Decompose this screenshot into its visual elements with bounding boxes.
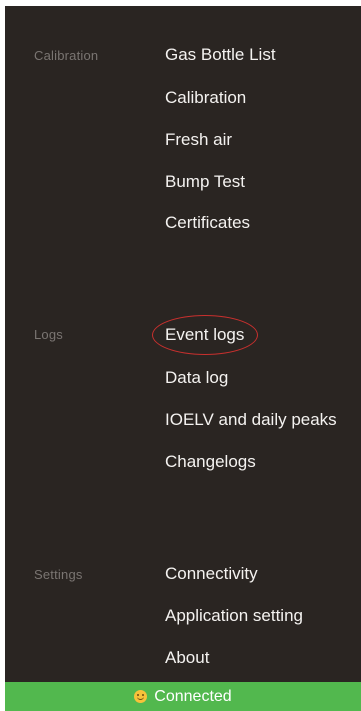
- menu-item-event-logs[interactable]: Event logs: [165, 325, 244, 345]
- menu-item-application-setting[interactable]: Application setting: [165, 606, 303, 626]
- menu-item-gas-bottle-list[interactable]: Gas Bottle List: [165, 45, 276, 65]
- section-label-settings: Settings: [34, 567, 83, 582]
- menu-item-certificates[interactable]: Certificates: [165, 213, 250, 233]
- menu-item-ioelv-daily-peaks[interactable]: IOELV and daily peaks: [165, 410, 337, 430]
- connection-status-text: Connected: [154, 687, 232, 705]
- connection-status-bar: Connected: [5, 682, 361, 711]
- menu-item-about[interactable]: About: [165, 648, 209, 668]
- menu-panel: Calibration Gas Bottle List Calibration …: [5, 6, 361, 682]
- menu-item-fresh-air[interactable]: Fresh air: [165, 130, 232, 150]
- section-label-logs: Logs: [34, 327, 63, 342]
- section-label-calibration: Calibration: [34, 48, 99, 63]
- menu-item-bump-test[interactable]: Bump Test: [165, 172, 245, 192]
- menu-item-calibration[interactable]: Calibration: [165, 88, 246, 108]
- smiley-icon: [134, 690, 148, 703]
- menu-item-data-log[interactable]: Data log: [165, 368, 228, 388]
- menu-item-connectivity[interactable]: Connectivity: [165, 564, 258, 584]
- menu-item-changelogs[interactable]: Changelogs: [165, 452, 256, 472]
